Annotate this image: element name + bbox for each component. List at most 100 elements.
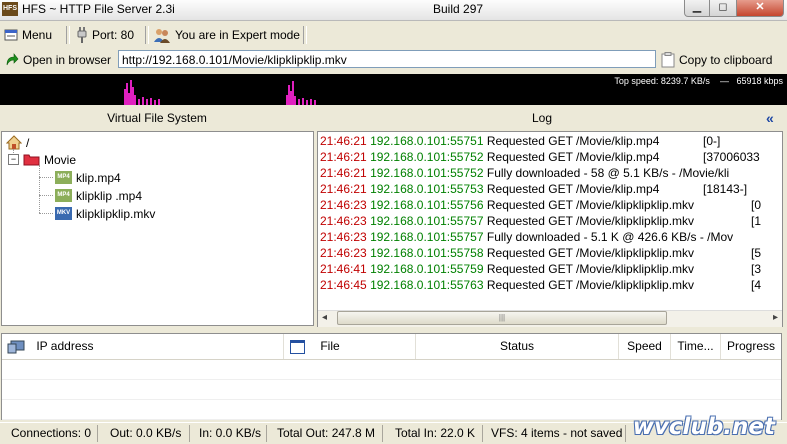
log-entry[interactable]: 21:46:23 192.168.0.101:55758 Requested G…: [320, 245, 761, 261]
tree-file-item[interactable]: MP4 klipklip .mp4: [55, 187, 142, 204]
network-icon: [7, 340, 25, 354]
log-time: 21:46:45: [320, 278, 367, 292]
home-icon: [6, 135, 22, 150]
copy-to-clipboard-button[interactable]: Copy to clipboard: [661, 49, 772, 71]
open-in-browser-button[interactable]: Open in browser: [5, 49, 111, 71]
traffic-spike: [146, 99, 148, 105]
col-file-label: File: [320, 339, 340, 353]
tree-file-item[interactable]: MP4 klip.mp4: [55, 169, 121, 186]
col-time[interactable]: Time...: [671, 334, 721, 359]
traffic-spike: [306, 100, 308, 105]
log-panel[interactable]: 21:46:21 192.168.0.101:55751 Requested G…: [317, 131, 783, 327]
log-time: 21:46:21: [320, 166, 367, 180]
clipboard-icon: [661, 52, 675, 68]
close-icon: ✕: [755, 1, 765, 13]
log-time: 21:46:23: [320, 198, 367, 212]
file-label: klip.mp4: [76, 170, 121, 185]
log-message: Fully downloaded - 58 @ 5.1 KB/s - /Movi…: [486, 166, 730, 180]
toolbar-separator: [303, 26, 307, 44]
log-message: Requested GET /Movie/klipklipklip.mkv: [486, 214, 695, 228]
top-speed-readout: Top speed: 8239.7 KB/s — 65918 kbps: [614, 76, 783, 86]
log-entry[interactable]: 21:46:21 192.168.0.101:55751 Requested G…: [320, 133, 720, 149]
copy-to-clipboard-label: Copy to clipboard: [679, 53, 773, 67]
mp4-file-icon: MP4: [55, 189, 72, 202]
watermark-logo: wvclub.net: [632, 414, 775, 440]
col-ip[interactable]: IP address: [2, 334, 284, 359]
traffic-spike: [132, 87, 134, 105]
tree-folder-movie[interactable]: − Movie: [8, 151, 76, 168]
log-range: [4: [751, 278, 762, 292]
log-range: [0: [751, 198, 762, 212]
log-entry[interactable]: 21:46:21 192.168.0.101:55752 Requested G…: [320, 149, 760, 165]
col-speed[interactable]: Speed: [619, 334, 671, 359]
window-title: HFS ~ HTTP File Server 2.3i: [22, 2, 175, 16]
folder-icon: [23, 154, 40, 166]
url-field[interactable]: http://192.168.0.101/Movie/klipklipklip.…: [118, 50, 656, 68]
close-button[interactable]: ✕: [736, 0, 784, 17]
log-range: [18143-]: [703, 182, 748, 196]
open-in-browser-label: Open in browser: [23, 53, 112, 67]
log-range: [5: [751, 246, 762, 260]
tree-root[interactable]: /: [6, 134, 29, 151]
tree-file-item[interactable]: MKV klipklipklip.mkv: [55, 205, 155, 222]
col-progress[interactable]: Progress: [721, 334, 781, 359]
window-icon: [290, 339, 305, 354]
scrollbar-thumb[interactable]: |||: [337, 311, 667, 325]
scroll-right-icon[interactable]: ▸: [773, 312, 778, 323]
users-icon: [154, 28, 170, 43]
mp4-file-icon: MP4: [55, 171, 72, 184]
log-message: Requested GET /Movie/klipklipklip.mkv: [486, 278, 695, 292]
plug-icon: [77, 27, 87, 43]
vfs-tree[interactable]: / − Movie MP4 klip.mp4 MP4 klipklip .mp4…: [1, 131, 314, 326]
traffic-spike: [142, 97, 144, 105]
menu-label: Menu: [22, 28, 53, 42]
traffic-spike: [154, 100, 156, 105]
traffic-spike: [286, 95, 288, 105]
log-ip: 192.168.0.101:55763: [370, 278, 484, 292]
log-time: 21:46:21: [320, 150, 367, 164]
maximize-button[interactable]: ◻: [709, 0, 737, 17]
log-message: Requested GET /Movie/klip.mp4: [486, 182, 660, 196]
traffic-spike: [150, 98, 152, 105]
minimize-button[interactable]: ▁: [684, 0, 710, 17]
log-entry[interactable]: 21:46:21 192.168.0.101:55752 Fully downl…: [320, 165, 729, 181]
log-entry[interactable]: 21:46:23 192.168.0.101:55757 Requested G…: [320, 213, 761, 229]
toolbar-separator: [145, 26, 149, 44]
col-file[interactable]: File: [284, 334, 416, 359]
main-toolbar: Menu Port: 80 You are in Expert mode: [0, 24, 787, 46]
col-status[interactable]: Status: [416, 334, 619, 359]
log-ip: 192.168.0.101:55757: [370, 214, 484, 228]
log-entry[interactable]: 21:46:45 192.168.0.101:55763 Requested G…: [320, 277, 761, 293]
menu-button[interactable]: Menu: [4, 24, 52, 46]
collapse-log-icon[interactable]: «: [766, 110, 774, 126]
log-entry[interactable]: 21:46:41 192.168.0.101:55759 Requested G…: [320, 261, 761, 277]
connections-header: IP address File Status Speed Time... Pro…: [2, 334, 781, 360]
log-ip: 192.168.0.101:55752: [370, 166, 484, 180]
status-out-speed: Out: 0.0 KB/s: [104, 425, 190, 442]
mkv-file-icon: MKV: [55, 207, 72, 220]
log-entry[interactable]: 21:46:23 192.168.0.101:55756 Requested G…: [320, 197, 761, 213]
status-in-speed: In: 0.0 KB/s: [193, 425, 267, 442]
toolbar-separator: [66, 26, 70, 44]
log-time: 21:46:21: [320, 182, 367, 196]
tree-root-label: /: [26, 135, 30, 150]
collapse-icon[interactable]: −: [8, 154, 19, 165]
scroll-left-icon[interactable]: ◂: [322, 312, 327, 323]
log-entry[interactable]: 21:46:23 192.168.0.101:55757 Fully downl…: [320, 229, 733, 245]
port-button[interactable]: Port: 80: [76, 24, 134, 46]
empty-row: [2, 380, 781, 400]
open-arrow-icon: [6, 53, 19, 66]
log-ip: 192.168.0.101:55756: [370, 198, 484, 212]
log-ip: 192.168.0.101:55759: [370, 262, 484, 276]
hfs-app-icon[interactable]: HFS: [2, 2, 18, 16]
log-entry[interactable]: 21:46:21 192.168.0.101:55753 Requested G…: [320, 181, 747, 197]
log-ip: 192.168.0.101:55757: [370, 230, 484, 244]
top-speed-label: Top speed: 8239.7 KB/s: [614, 76, 710, 86]
mode-label: You are in Expert mode: [175, 28, 300, 42]
log-time: 21:46:41: [320, 262, 367, 276]
expert-mode-button[interactable]: You are in Expert mode: [153, 24, 300, 46]
log-message: Requested GET /Movie/klip.mp4: [486, 134, 660, 148]
build-number: Build 297: [433, 2, 484, 16]
traffic-spike: [290, 91, 292, 105]
traffic-spike: [128, 93, 130, 105]
